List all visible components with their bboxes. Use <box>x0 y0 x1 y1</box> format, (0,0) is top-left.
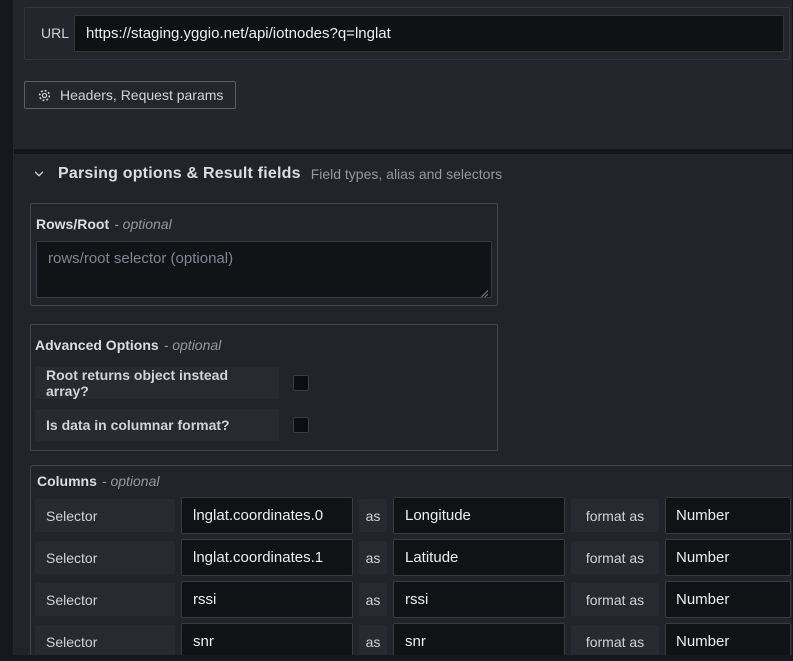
column-alias-input[interactable] <box>393 623 565 655</box>
rows-root-title: Rows/Root- optional <box>36 216 492 232</box>
url-field-group: URL <box>24 7 790 60</box>
rows-root-selector-textarea[interactable] <box>36 241 492 298</box>
as-label: as <box>359 583 387 616</box>
url-label: URL <box>41 8 69 59</box>
optional-hint: - optional <box>102 473 160 489</box>
column-format-select[interactable]: Number <box>665 539 791 576</box>
format-as-label: format as <box>571 499 659 532</box>
columnar-format-checkbox[interactable] <box>293 417 309 433</box>
as-label: as <box>359 625 387 655</box>
selector-label: Selector <box>35 583 175 616</box>
column-row: Selector as format as Number <box>35 497 792 534</box>
selector-label: Selector <box>35 499 175 532</box>
column-format-select[interactable]: Number <box>665 497 791 534</box>
advanced-options-title: Advanced Options- optional <box>35 337 493 353</box>
column-selector-input[interactable] <box>181 623 353 655</box>
root-returns-object-checkbox[interactable] <box>293 375 309 391</box>
column-alias-input[interactable] <box>393 497 565 534</box>
format-as-label: format as <box>571 583 659 616</box>
column-selector-input[interactable] <box>181 581 353 618</box>
section-subtitle: Field types, alias and selectors <box>311 166 502 182</box>
advanced-option-row: Root returns object instead array? <box>35 367 493 399</box>
gear-icon <box>37 88 52 103</box>
selector-label: Selector <box>35 541 175 574</box>
columnar-format-label: Is data in columnar format? <box>35 409 279 441</box>
as-label: as <box>359 541 387 574</box>
as-label: as <box>359 499 387 532</box>
format-as-label: format as <box>571 541 659 574</box>
query-editor-panel: URL Headers, Request params Parsing opti… <box>13 0 792 655</box>
advanced-option-row: Is data in columnar format? <box>35 409 493 441</box>
column-alias-input[interactable] <box>393 539 565 576</box>
advanced-options-group: Advanced Options- optional Root returns … <box>30 324 498 451</box>
selector-label: Selector <box>35 625 175 655</box>
section-title: Parsing options & Result fields <box>58 165 301 183</box>
column-row: Selector as format as Number <box>35 539 792 576</box>
columns-title: Columns- optional <box>37 473 792 489</box>
headers-request-params-button[interactable]: Headers, Request params <box>24 81 236 109</box>
column-selector-input[interactable] <box>181 539 353 576</box>
columns-group: Columns- optional Selector as format as … <box>30 465 792 655</box>
format-as-label: format as <box>571 625 659 655</box>
column-selector-input[interactable] <box>181 497 353 534</box>
optional-hint: - optional <box>114 216 172 232</box>
column-format-select[interactable]: Number <box>665 581 791 618</box>
optional-hint: - optional <box>164 337 222 353</box>
column-alias-input[interactable] <box>393 581 565 618</box>
section-divider <box>14 149 792 154</box>
parsing-options-section-header[interactable]: Parsing options & Result fields Field ty… <box>31 165 502 183</box>
column-format-select[interactable]: Number <box>665 623 791 655</box>
column-row: Selector as format as Number <box>35 581 792 618</box>
url-input[interactable] <box>74 15 784 52</box>
headers-button-label: Headers, Request params <box>60 87 223 103</box>
chevron-down-icon[interactable] <box>31 166 47 182</box>
root-returns-object-label: Root returns object instead array? <box>35 367 279 399</box>
column-row: Selector as format as Number <box>35 623 792 655</box>
rows-root-group: Rows/Root- optional <box>30 203 498 306</box>
